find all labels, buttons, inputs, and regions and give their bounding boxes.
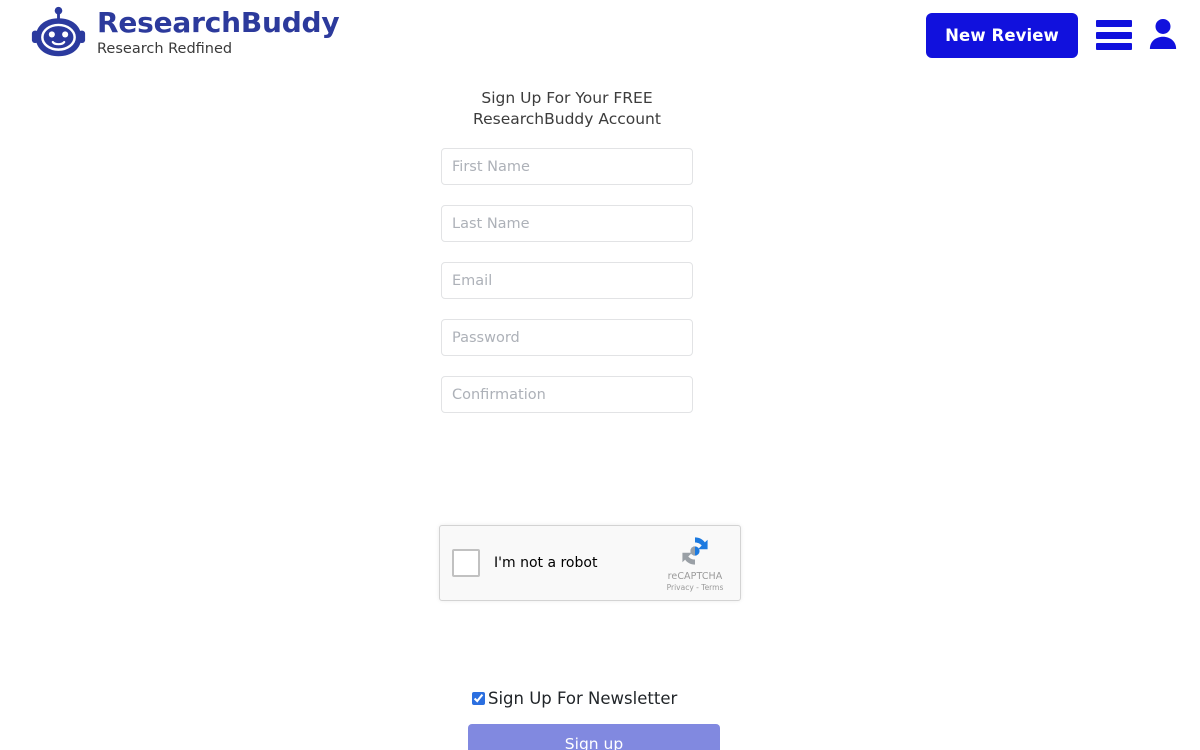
site-header: ResearchBuddy Research Redfined New Revi… bbox=[0, 0, 1200, 70]
user-account-icon[interactable] bbox=[1132, 17, 1178, 53]
last-name-input[interactable] bbox=[441, 205, 693, 243]
brand-title: ResearchBuddy bbox=[97, 5, 340, 39]
password-input[interactable] bbox=[441, 319, 693, 357]
brand-text: ResearchBuddy Research Redfined bbox=[97, 5, 340, 60]
recaptcha-label: I'm not a robot bbox=[494, 555, 598, 571]
hamburger-bar bbox=[1096, 20, 1132, 27]
first-name-input[interactable] bbox=[441, 148, 693, 186]
recaptcha-checkbox[interactable] bbox=[452, 549, 480, 577]
brand-logo-area[interactable]: ResearchBuddy Research Redfined bbox=[30, 5, 340, 62]
brand-tagline: Research Redfined bbox=[97, 41, 233, 58]
email-input[interactable] bbox=[441, 262, 693, 300]
page-title: Sign Up For Your FREE ResearchBuddy Acco… bbox=[473, 89, 661, 129]
confirmation-input[interactable] bbox=[441, 376, 693, 414]
recaptcha-terms-link[interactable]: Terms bbox=[701, 583, 723, 592]
recaptcha-privacy-link[interactable]: Privacy bbox=[667, 583, 694, 592]
recaptcha-logo-icon bbox=[678, 534, 712, 568]
recaptcha-brand-name: reCAPTCHA bbox=[667, 571, 723, 582]
robot-face-icon bbox=[30, 5, 87, 62]
newsletter-row: Sign Up For Newsletter bbox=[472, 689, 677, 708]
hamburger-bar bbox=[1096, 43, 1132, 50]
hamburger-bar bbox=[1096, 31, 1132, 39]
recaptcha-widget[interactable]: I'm not a robot reCAPTCHA Privacy - Term… bbox=[439, 525, 741, 601]
newsletter-checkbox[interactable] bbox=[472, 692, 485, 705]
recaptcha-branding: reCAPTCHA Privacy - Terms bbox=[656, 534, 734, 592]
signup-submit-button[interactable]: Sign up bbox=[468, 724, 720, 750]
signup-form: Sign Up For Your FREE ResearchBuddy Acco… bbox=[439, 88, 741, 750]
new-review-button[interactable]: New Review bbox=[926, 12, 1078, 58]
header-actions: New Review bbox=[926, 0, 1178, 70]
hamburger-menu-icon[interactable] bbox=[1096, 20, 1132, 50]
recaptcha-links: Privacy - Terms bbox=[667, 583, 724, 592]
newsletter-label: Sign Up For Newsletter bbox=[488, 689, 678, 708]
